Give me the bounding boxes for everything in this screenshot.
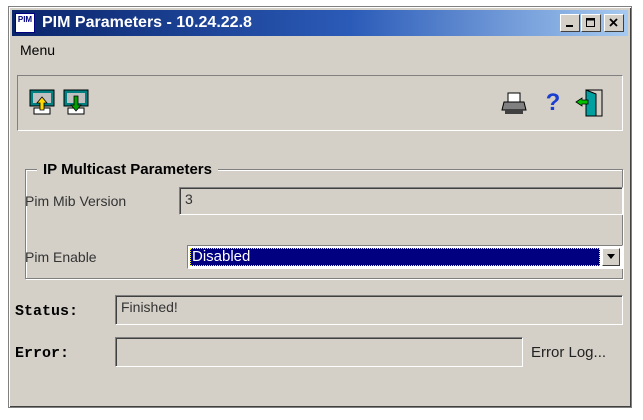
pim-mib-version-label: Pim Mib Version — [25, 193, 127, 209]
pim-enable-label: Pim Enable — [25, 249, 97, 265]
title-bar[interactable]: PIM PIM Parameters - 10.24.22.8 — [12, 10, 628, 36]
upload-button[interactable] — [28, 88, 58, 118]
minimize-button[interactable] — [560, 14, 580, 32]
close-icon — [609, 18, 618, 27]
print-button[interactable] — [500, 88, 530, 118]
help-button[interactable]: ? — [538, 88, 568, 118]
pim-parameters-window: PIM PIM Parameters - 10.24.22.8 Menu ? I… — [8, 6, 632, 408]
download-icon — [63, 89, 89, 115]
dropdown-button[interactable] — [602, 248, 620, 266]
exit-icon — [575, 89, 603, 117]
error-field — [115, 337, 523, 367]
window-title: PIM Parameters - 10.24.22.8 — [42, 14, 252, 31]
printer-icon — [501, 92, 527, 114]
minimize-icon — [566, 25, 573, 27]
menu-item-menu[interactable]: Menu — [20, 42, 55, 58]
status-field: Finished! — [115, 295, 623, 325]
download-button[interactable] — [62, 88, 92, 118]
menu-bar: Menu — [12, 39, 628, 61]
status-label: Status: — [15, 303, 79, 320]
maximize-icon — [586, 18, 595, 27]
error-log-link[interactable]: Error Log... — [531, 344, 606, 361]
toolbar: ? — [17, 75, 623, 131]
pim-enable-selected-value: Disabled — [190, 248, 600, 266]
exit-button[interactable] — [574, 88, 604, 118]
maximize-button[interactable] — [581, 14, 601, 32]
chevron-down-icon — [607, 254, 615, 259]
group-title: IP Multicast Parameters — [37, 161, 218, 178]
error-label: Error: — [15, 345, 70, 362]
close-button[interactable] — [604, 14, 624, 32]
help-icon: ? — [545, 89, 561, 116]
pim-app-icon: PIM — [15, 13, 35, 33]
pim-mib-version-field: 3 — [179, 187, 623, 215]
pim-enable-select[interactable]: Disabled — [187, 245, 623, 269]
upload-icon — [29, 89, 55, 115]
